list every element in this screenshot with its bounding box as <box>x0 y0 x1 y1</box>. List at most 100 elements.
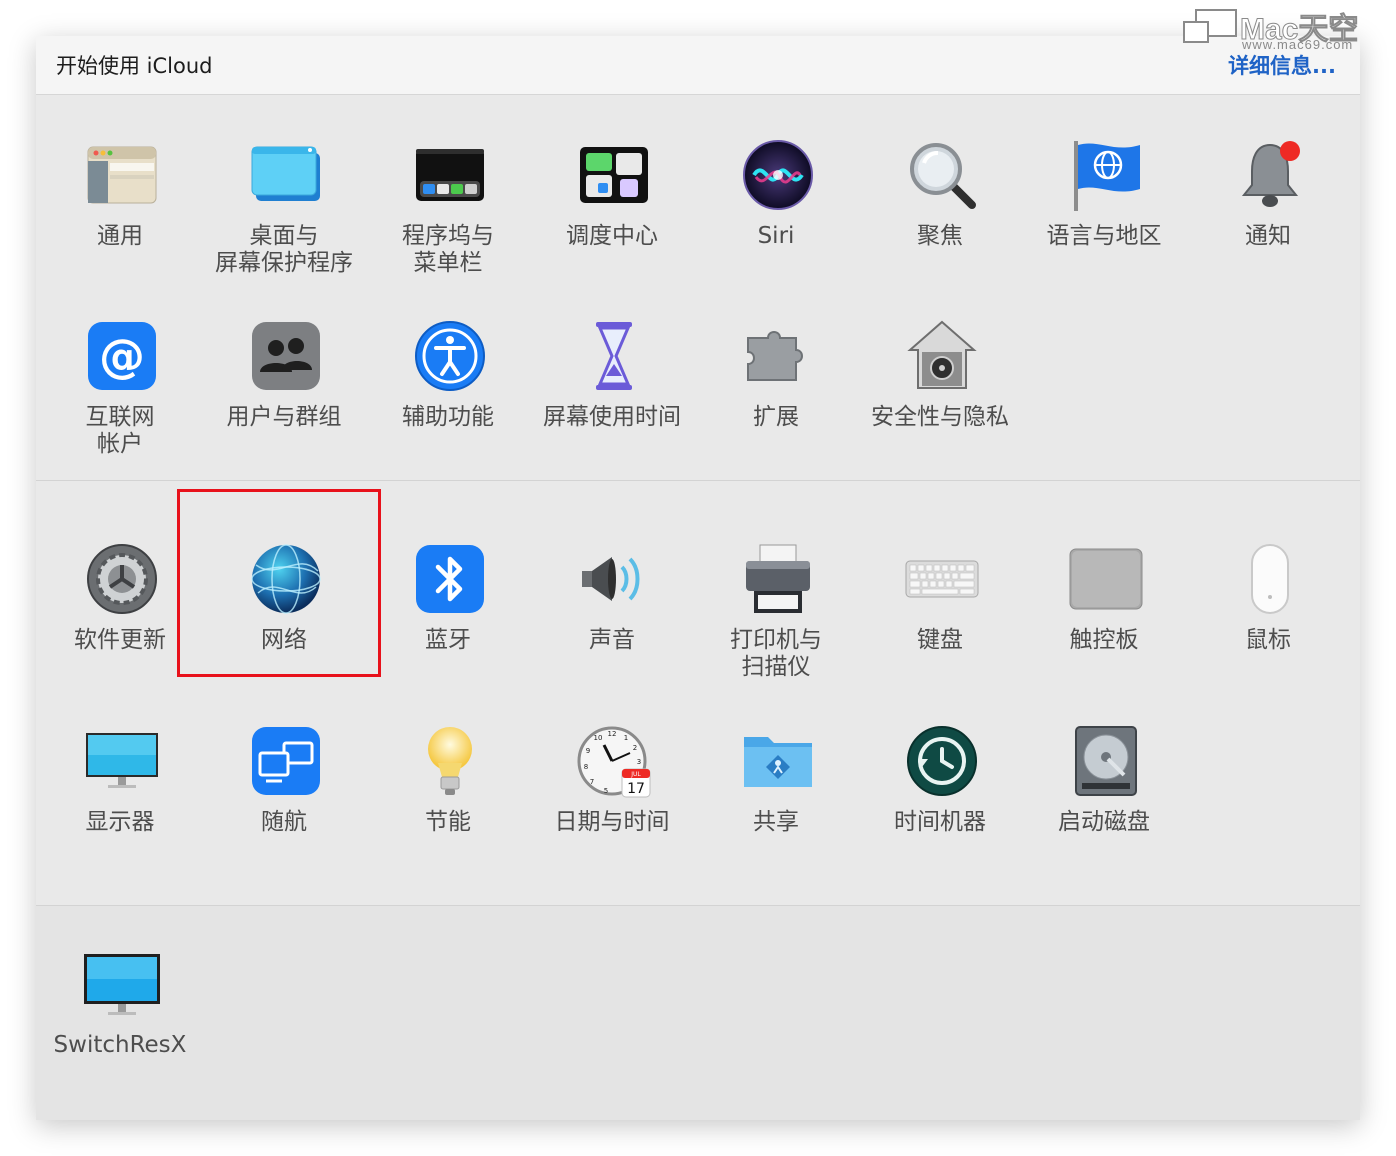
spotlight-icon <box>904 137 980 213</box>
svg-text:8: 8 <box>584 763 588 771</box>
pref-label: 用户与群组 <box>226 404 342 430</box>
pref-label: 调度中心 <box>566 223 658 249</box>
pref-users-groups[interactable]: 用户与群组 <box>202 318 366 498</box>
pref-trackpad[interactable]: 触控板 <box>1022 541 1186 721</box>
pref-label: 共享 <box>753 809 799 835</box>
pref-network[interactable]: 网络 <box>202 541 366 721</box>
watermark-logo-icon <box>1183 9 1237 43</box>
notifications-icon <box>1232 137 1308 213</box>
watermark-site: www.mac69.com <box>1242 37 1354 52</box>
pref-label: 声音 <box>589 627 635 653</box>
pref-label: 聚焦 <box>917 223 963 249</box>
accessibility-icon <box>412 318 488 394</box>
pref-sidecar[interactable]: 随航 <box>202 723 366 903</box>
pref-label: 互联网 帐户 <box>85 404 155 457</box>
network-icon <box>248 541 324 617</box>
pref-label: 节能 <box>425 809 471 835</box>
pref-printers-scanners[interactable]: 打印机与 扫描仪 <box>694 541 858 721</box>
svg-text:1: 1 <box>624 734 628 742</box>
sharing-icon <box>740 723 816 799</box>
pref-label: 软件更新 <box>74 627 166 653</box>
screen-time-icon <box>576 318 652 394</box>
printers-scanners-icon <box>740 541 816 617</box>
extensions-icon <box>740 318 816 394</box>
pref-label: 语言与地区 <box>1046 223 1162 249</box>
svg-text:10: 10 <box>594 734 603 742</box>
desktop-screensaver-icon <box>248 137 324 213</box>
svg-text:JUL: JUL <box>630 771 641 778</box>
energy-saver-icon <box>412 723 488 799</box>
svg-text:3: 3 <box>637 758 641 766</box>
pref-sound[interactable]: 声音 <box>530 541 694 721</box>
pref-internet-accounts[interactable]: @ 互联网 帐户 <box>38 318 202 498</box>
switchresx-icon <box>84 946 160 1022</box>
pref-desktop-screensaver[interactable]: 桌面与 屏幕保护程序 <box>202 137 366 317</box>
pref-label: 启动磁盘 <box>1058 809 1150 835</box>
watermark: Mac天空 www.mac69.com <box>1182 4 1388 52</box>
pref-keyboard[interactable]: 键盘 <box>858 541 1022 721</box>
pref-accessibility[interactable]: 辅助功能 <box>366 318 530 498</box>
pref-label: 桌面与 屏幕保护程序 <box>215 223 353 276</box>
dock-menubar-icon <box>412 137 488 213</box>
svg-text:2: 2 <box>633 744 637 752</box>
personal-prefs-section: 通用 桌面与 屏幕保护程序 程序坞与 菜单栏 调度中心 Siri 聚焦 语言与地… <box>36 95 1360 479</box>
pref-language-region[interactable]: 语言与地区 <box>1022 137 1186 317</box>
sidecar-icon <box>248 723 324 799</box>
pref-mouse[interactable]: 鼠标 <box>1186 541 1350 721</box>
pref-date-time[interactable]: 12 1 2 3 7 8 9 10 5 JUL 17 日期与时间 <box>530 723 694 903</box>
other-prefs-section: SwitchResX <box>36 905 1360 1120</box>
trackpad-icon <box>1068 541 1144 617</box>
pref-siri[interactable]: Siri <box>694 137 858 317</box>
pref-extensions[interactable]: 扩展 <box>694 318 858 498</box>
pref-energy-saver[interactable]: 节能 <box>366 723 530 903</box>
pref-label: 时间机器 <box>894 809 986 835</box>
system-preferences-window: 开始使用 iCloud 详细信息... 通用 桌面与 屏幕保护程序 程序坞与 菜… <box>36 36 1360 1120</box>
hardware-prefs-section: 软件更新 网络 蓝牙 声音 打印机与 扫描仪 键盘 触控板 鼠标 显示器 随航 … <box>36 480 1360 905</box>
mission-control-icon <box>576 137 652 213</box>
users-groups-icon <box>248 318 324 394</box>
pref-security-privacy[interactable]: 安全性与隐私 <box>858 318 1022 498</box>
details-link[interactable]: 详细信息... <box>1228 50 1336 80</box>
siri-icon <box>740 137 816 213</box>
pref-label: 网络 <box>261 627 307 653</box>
software-update-icon <box>84 541 160 617</box>
general-icon <box>84 137 160 213</box>
pref-label: 日期与时间 <box>554 809 670 835</box>
internet-accounts-icon: @ <box>84 318 160 394</box>
pref-label: 通知 <box>1245 223 1291 249</box>
time-machine-icon <box>904 723 980 799</box>
icloud-banner: 开始使用 iCloud 详细信息... <box>36 36 1360 95</box>
pref-label: 随航 <box>261 809 307 835</box>
pref-label: 打印机与 扫描仪 <box>730 627 822 680</box>
pref-time-machine[interactable]: 时间机器 <box>858 723 1022 903</box>
pref-label: 显示器 <box>85 809 155 835</box>
pref-switchresx[interactable]: SwitchResX <box>38 946 202 1120</box>
svg-text:12: 12 <box>608 730 617 738</box>
mouse-icon <box>1232 541 1308 617</box>
pref-spotlight[interactable]: 聚焦 <box>858 137 1022 317</box>
svg-text:9: 9 <box>586 747 590 755</box>
pref-general[interactable]: 通用 <box>38 137 202 317</box>
startup-disk-icon <box>1068 723 1144 799</box>
pref-startup-disk[interactable]: 启动磁盘 <box>1022 723 1186 903</box>
pref-label: 安全性与隐私 <box>871 404 1009 430</box>
pref-notifications[interactable]: 通知 <box>1186 137 1350 317</box>
security-privacy-icon <box>904 318 980 394</box>
pref-software-update[interactable]: 软件更新 <box>38 541 202 721</box>
pref-label: 程序坞与 菜单栏 <box>402 223 494 276</box>
pref-dock-menubar[interactable]: 程序坞与 菜单栏 <box>366 137 530 317</box>
pref-bluetooth[interactable]: 蓝牙 <box>366 541 530 721</box>
displays-icon <box>84 723 160 799</box>
pref-screen-time[interactable]: 屏幕使用时间 <box>530 318 694 498</box>
pref-label: 扩展 <box>753 404 799 430</box>
pref-mission-control[interactable]: 调度中心 <box>530 137 694 317</box>
banner-title: 开始使用 iCloud <box>56 54 213 78</box>
svg-text:@: @ <box>99 329 145 383</box>
pref-label: 键盘 <box>917 627 963 653</box>
bluetooth-icon <box>412 541 488 617</box>
pref-displays[interactable]: 显示器 <box>38 723 202 903</box>
pref-sharing[interactable]: 共享 <box>694 723 858 903</box>
language-region-icon <box>1068 137 1144 213</box>
date-time-icon: 12 1 2 3 7 8 9 10 5 JUL 17 <box>576 723 652 799</box>
pref-label: 通用 <box>97 223 143 249</box>
